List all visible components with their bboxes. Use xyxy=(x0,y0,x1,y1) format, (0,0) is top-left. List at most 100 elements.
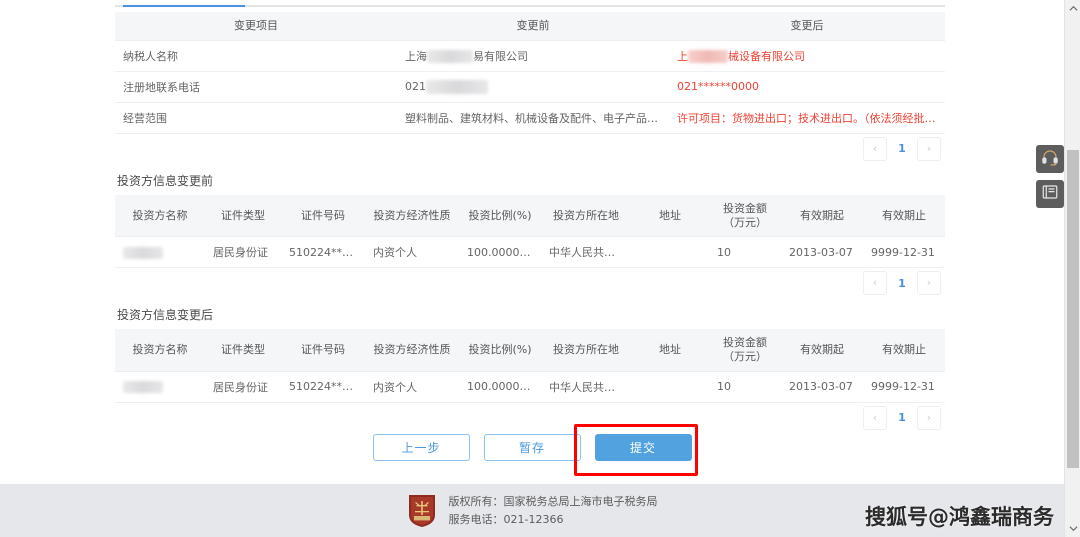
cell-valid-from: 2013-03-07 xyxy=(781,236,863,269)
footer-service-phone: 服务电话：021-12366 xyxy=(448,512,564,526)
change-item-label: 注册地联系电话 xyxy=(115,71,397,103)
column-header-economic-nature: 投资方经济性质 xyxy=(365,329,459,372)
pagination-prev-button[interactable]: ‹ xyxy=(863,405,887,430)
scroll-up-arrow-icon[interactable] xyxy=(1065,0,1080,17)
pagination-prev-button[interactable]: ‹ xyxy=(863,271,887,296)
book-icon xyxy=(1041,183,1059,205)
column-header-valid-from: 有效期起 xyxy=(781,329,863,372)
change-item-label: 经营范围 xyxy=(115,102,397,134)
action-button-row: 上一步 暂存 提交 xyxy=(0,434,1064,461)
cell-investor-name xyxy=(115,236,205,269)
pagination-investor-after: ‹ 1 › xyxy=(115,403,945,433)
scroll-down-arrow-icon[interactable] xyxy=(1065,520,1080,537)
manual-button[interactable] xyxy=(1036,180,1064,208)
investor-after-table: 投资方名称 证件类型 证件号码 投资方经济性质 投资比例(%) 投资方所在地 地… xyxy=(115,329,945,403)
table-row: 居民身份证 510224*******... 内资个人 100.000000 中… xyxy=(115,371,945,403)
section-title-investor-before: 投资方信息变更前 xyxy=(117,173,214,188)
cell-address xyxy=(631,236,709,269)
pagination-page-1[interactable]: 1 xyxy=(893,411,911,424)
change-before-value: 塑料制品、建筑材料、机械设备及配件、电子产品、机电设... xyxy=(397,102,669,134)
floating-tools xyxy=(1036,145,1064,208)
browser-scrollbar[interactable] xyxy=(1064,0,1080,537)
column-header-address: 地址 xyxy=(631,194,709,238)
support-button[interactable] xyxy=(1036,145,1064,173)
column-header-before: 变更前 xyxy=(397,12,669,41)
cell-valid-to: 9999-12-31 xyxy=(863,371,945,403)
column-header-valid-to: 有效期止 xyxy=(863,194,945,238)
main-content: 变更项目 变更前 变更后 纳税人名称 上海 易有限公司 上械设备有限公司 注册地联… xyxy=(115,0,945,433)
cell-ratio: 100.000000 xyxy=(459,371,541,403)
cell-valid-to: 9999-12-31 xyxy=(863,236,945,269)
cell-investor-name xyxy=(115,371,205,403)
cell-cert-type: 居民身份证 xyxy=(205,371,281,403)
investor-before-section: 投资方信息变更前 投资方名称 证件类型 证件号码 投资方经济性质 投资比例(%)… xyxy=(115,172,945,299)
column-header-ratio: 投资比例(%) xyxy=(459,194,541,238)
column-header-valid-to: 有效期止 xyxy=(863,329,945,372)
cell-ratio: 100.000000 xyxy=(459,236,541,269)
column-header-location: 投资方所在地 xyxy=(541,329,631,372)
change-table-header-row: 变更项目 变更前 变更后 xyxy=(115,12,945,41)
pagination-investor-before: ‹ 1 › xyxy=(115,268,945,298)
cell-cert-no: 510224*******... xyxy=(281,236,365,269)
column-header-item: 变更项目 xyxy=(115,12,397,41)
change-after-value: 上械设备有限公司 xyxy=(669,40,945,72)
column-header-cert-no: 证件号码 xyxy=(281,329,365,372)
scrollbar-thumb[interactable] xyxy=(1067,150,1079,468)
column-header-investor-name: 投资方名称 xyxy=(115,194,205,238)
cell-amount: 10 xyxy=(709,371,781,403)
change-after-value: 许可项目：货物进出口；技术进出口。（依法须经批准的项... xyxy=(669,102,945,134)
change-after-value: 021******0000 xyxy=(669,71,945,103)
change-before-value: 上海 易有限公司 xyxy=(397,40,669,72)
table-row: 注册地联系电话 021 021******0000 xyxy=(115,71,945,103)
page-root: 变更项目 变更前 变更后 纳税人名称 上海 易有限公司 上械设备有限公司 注册地联… xyxy=(0,0,1080,537)
change-comparison-table: 变更项目 变更前 变更后 纳税人名称 上海 易有限公司 上械设备有限公司 注册地联… xyxy=(115,12,945,134)
prev-step-button[interactable]: 上一步 xyxy=(372,434,470,461)
pagination-prev-button[interactable]: ‹ xyxy=(863,136,887,161)
table-row: 纳税人名称 上海 易有限公司 上械设备有限公司 xyxy=(115,40,945,72)
column-header-address: 地址 xyxy=(631,329,709,372)
column-header-valid-from: 有效期起 xyxy=(781,194,863,238)
column-header-amount: 投资金额（万元） xyxy=(709,329,781,372)
pagination-next-button[interactable]: › xyxy=(917,136,941,161)
watermark-text: 搜狐号@鸿鑫瑞商务 xyxy=(865,505,1054,529)
table-row: 居民身份证 510224*******... 内资个人 100.000000 中… xyxy=(115,236,945,269)
investor-before-table: 投资方名称 证件类型 证件号码 投资方经济性质 投资比例(%) 投资方所在地 地… xyxy=(115,194,945,269)
redaction-block xyxy=(688,50,728,64)
footer-copyright: 版权所有：国家税务总局上海市电子税务局 xyxy=(448,494,658,508)
pagination-page-1[interactable]: 1 xyxy=(893,277,911,290)
change-table-wrapper: 变更项目 变更前 变更后 纳税人名称 上海 易有限公司 上械设备有限公司 注册地联… xyxy=(115,12,945,164)
cell-cert-no: 510224*******... xyxy=(281,371,365,403)
cell-economic-nature: 内资个人 xyxy=(365,236,459,269)
tax-bureau-emblem-icon xyxy=(407,493,437,529)
section-title-investor-after: 投资方信息变更后 xyxy=(117,308,214,323)
pagination-page-1[interactable]: 1 xyxy=(893,142,911,155)
cell-valid-from: 2013-03-07 xyxy=(781,371,863,403)
cell-address xyxy=(631,371,709,403)
column-header-cert-no: 证件号码 xyxy=(281,194,365,238)
investor-before-header-row: 投资方名称 证件类型 证件号码 投资方经济性质 投资比例(%) 投资方所在地 地… xyxy=(115,194,945,238)
cell-amount: 10 xyxy=(709,236,781,269)
column-header-after: 变更后 xyxy=(669,12,945,41)
change-before-value: 021 xyxy=(397,71,669,103)
save-draft-button[interactable]: 暂存 xyxy=(483,434,581,461)
redaction-block xyxy=(123,246,163,259)
column-header-amount: 投资金额（万元） xyxy=(709,194,781,238)
column-header-location: 投资方所在地 xyxy=(541,194,631,238)
column-header-economic-nature: 投资方经济性质 xyxy=(365,194,459,238)
column-header-cert-type: 证件类型 xyxy=(205,329,281,372)
pagination-next-button[interactable]: › xyxy=(917,405,941,430)
cell-economic-nature: 内资个人 xyxy=(365,371,459,403)
cell-cert-type: 居民身份证 xyxy=(205,236,281,269)
cell-location: 中华人民共和国 xyxy=(541,236,631,269)
table-row: 经营范围 塑料制品、建筑材料、机械设备及配件、电子产品、机电设... 许可项目：… xyxy=(115,102,945,134)
column-header-investor-name: 投资方名称 xyxy=(115,329,205,372)
redaction-block xyxy=(123,381,163,394)
change-item-label: 纳税人名称 xyxy=(115,40,397,72)
headset-icon xyxy=(1041,148,1059,170)
column-header-ratio: 投资比例(%) xyxy=(459,329,541,372)
pagination-next-button[interactable]: › xyxy=(917,271,941,296)
column-header-cert-type: 证件类型 xyxy=(205,194,281,238)
pagination-change-table: ‹ 1 › xyxy=(115,134,945,164)
submit-button[interactable]: 提交 xyxy=(594,434,692,461)
footer-text-block: 版权所有：国家税务总局上海市电子税务局 服务电话：021-12366 xyxy=(449,493,658,529)
